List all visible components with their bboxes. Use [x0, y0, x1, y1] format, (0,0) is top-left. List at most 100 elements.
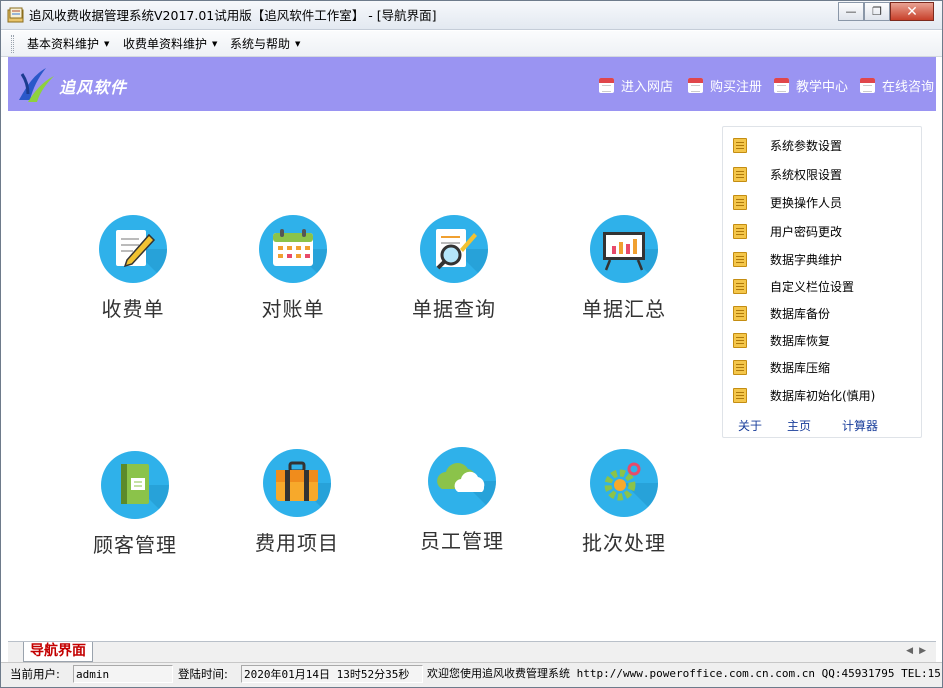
menu-basic-data[interactable]: 基本资料维护 ▼: [27, 37, 109, 51]
document-icon: [731, 359, 749, 376]
note-pencil-icon: [99, 215, 167, 283]
dropdown-arrow-icon: ▼: [104, 40, 110, 48]
panel-item-label: 系统参数设置: [770, 139, 843, 153]
tile-fee-items[interactable]: 费用项目: [232, 449, 362, 556]
calendar-icon: [599, 78, 614, 93]
app-window: 追风收费收据管理系统V2017.01试用版【追风软件工作室】 - [导航界面] …: [0, 0, 943, 688]
panel-item-label: 数据库恢复: [770, 334, 831, 348]
scroll-left-icon[interactable]: ◀: [906, 646, 919, 656]
panel-item-label: 用户密码更改: [770, 225, 843, 239]
magnifier-icon: [420, 215, 488, 283]
close-icon: ✕: [906, 3, 918, 20]
app-icon: [7, 7, 24, 23]
tile-receipt[interactable]: 收费单: [68, 215, 198, 322]
panel-item-db-init[interactable]: 数据库初始化(慎用): [731, 387, 875, 404]
tile-statement[interactable]: 对账单: [228, 215, 358, 322]
title-bar: 追风收费收据管理系统V2017.01试用版【追风软件工作室】 - [导航界面] …: [1, 1, 942, 30]
header-banner: 追风软件 进入网店 购买注册 教学中心 在线咨询: [8, 57, 936, 111]
tile-label: 员工管理: [420, 529, 504, 553]
nav-link-tutorial[interactable]: 教学中心: [774, 76, 848, 95]
panel-item-switch-operator[interactable]: 更换操作人员: [731, 194, 842, 211]
panel-item-label: 自定义栏位设置: [770, 280, 855, 294]
panel-item-label: 数据字典维护: [770, 253, 843, 267]
window-controls: — ❐ ✕: [838, 2, 934, 22]
nav-link-label: 在线咨询: [882, 80, 935, 95]
minimize-button[interactable]: —: [838, 2, 864, 21]
calendar-icon: [774, 78, 789, 93]
nav-link-label: 进入网店: [621, 80, 674, 95]
panel-item-dictionary[interactable]: 数据字典维护: [731, 251, 842, 268]
navigation-area: 收费单 对账单 单据查询 单据汇总 顾客管理 费用项目 员工管理 批次处理 系统…: [8, 111, 936, 641]
menu-label: 收费单资料维护: [123, 37, 208, 51]
dropdown-arrow-icon: ▼: [295, 40, 301, 48]
panel-item-label: 数据库备份: [770, 307, 831, 321]
brand-logo-icon: [19, 68, 54, 102]
link-calculator[interactable]: 计算器: [842, 417, 878, 434]
nav-link-label: 教学中心: [796, 80, 849, 95]
menu-bar: 基本资料维护 ▼ 收费单资料维护 ▼ 系统与帮助 ▼: [1, 31, 942, 57]
document-icon: [731, 223, 749, 240]
restore-icon: ❐: [872, 5, 882, 18]
document-icon: [731, 251, 749, 268]
panel-item-db-restore[interactable]: 数据库恢复: [731, 332, 830, 349]
tile-label: 单据查询: [412, 297, 496, 321]
tile-label: 顾客管理: [93, 533, 177, 557]
document-icon: [731, 332, 749, 349]
document-icon: [731, 166, 749, 183]
status-user-value: admin: [73, 665, 173, 683]
panel-item-label: 更换操作人员: [770, 196, 843, 210]
nav-link-shop[interactable]: 进入网店: [599, 76, 673, 95]
panel-item-system-params[interactable]: 系统参数设置: [731, 137, 842, 154]
status-user-label: 当前用户:: [10, 667, 60, 681]
nav-link-register[interactable]: 购买注册: [688, 76, 762, 95]
menu-label: 系统与帮助: [230, 37, 291, 51]
dropdown-arrow-icon: ▼: [212, 40, 218, 48]
document-icon: [731, 278, 749, 295]
link-about[interactable]: 关于: [738, 417, 762, 434]
briefcase-icon: [263, 449, 331, 517]
brand-name: 追风软件: [59, 78, 128, 97]
menu-label: 基本资料维护: [27, 37, 100, 51]
tile-label: 单据汇总: [582, 297, 666, 321]
panel-item-change-password[interactable]: 用户密码更改: [731, 223, 842, 240]
tile-label: 费用项目: [255, 531, 339, 555]
panel-item-label: 系统权限设置: [770, 168, 843, 182]
status-login-label: 登陆时间:: [178, 667, 228, 681]
tile-employee-management[interactable]: 员工管理: [397, 447, 527, 554]
document-icon: [731, 194, 749, 211]
tile-label: 收费单: [101, 297, 165, 321]
panel-item-db-backup[interactable]: 数据库备份: [731, 305, 830, 322]
maximize-button[interactable]: ❐: [864, 2, 890, 21]
panel-item-permissions[interactable]: 系统权限设置: [731, 166, 842, 183]
nav-link-consult[interactable]: 在线咨询: [860, 76, 934, 95]
panel-item-label: 数据库初始化(慎用): [770, 389, 876, 403]
tile-document-query[interactable]: 单据查询: [389, 215, 519, 322]
calendar-icon: [259, 215, 327, 283]
tile-label: 批次处理: [582, 531, 666, 555]
panel-item-label: 数据库压缩: [770, 361, 831, 375]
calendar-icon: [688, 78, 703, 93]
tile-customer-management[interactable]: 顾客管理: [70, 451, 200, 558]
panel-item-custom-fields[interactable]: 自定义栏位设置: [731, 278, 854, 295]
window-title: 追风收费收据管理系统V2017.01试用版【追风软件工作室】 - [导航界面]: [29, 8, 437, 23]
tile-document-summary[interactable]: 单据汇总: [559, 215, 689, 322]
book-icon: [101, 451, 169, 519]
document-tab-bar: 导航界面 ◀▶: [8, 641, 936, 662]
document-icon: [731, 305, 749, 322]
close-button[interactable]: ✕: [890, 2, 934, 21]
tile-batch-processing[interactable]: 批次处理: [559, 449, 689, 556]
menu-system-help[interactable]: 系统与帮助 ▼: [230, 37, 300, 51]
menu-receipt-data[interactable]: 收费单资料维护 ▼: [123, 37, 217, 51]
panel-item-db-compress[interactable]: 数据库压缩: [731, 359, 830, 376]
cloud-icon: [428, 447, 496, 515]
nav-link-label: 购买注册: [710, 80, 763, 95]
tile-label: 对账单: [261, 297, 325, 321]
menu-grip: [11, 35, 14, 53]
tab-navigation[interactable]: 导航界面: [23, 642, 93, 662]
tab-scroll-arrows[interactable]: ◀▶: [906, 646, 932, 656]
status-welcome: 欢迎您使用追风收费管理系统 http://www.poweroffice.com…: [427, 667, 941, 680]
scroll-right-icon[interactable]: ▶: [919, 646, 932, 656]
status-login-value: 2020年01月14日 13时52分35秒: [241, 665, 423, 683]
calendar-icon: [860, 78, 875, 93]
link-home[interactable]: 主页: [787, 417, 811, 434]
